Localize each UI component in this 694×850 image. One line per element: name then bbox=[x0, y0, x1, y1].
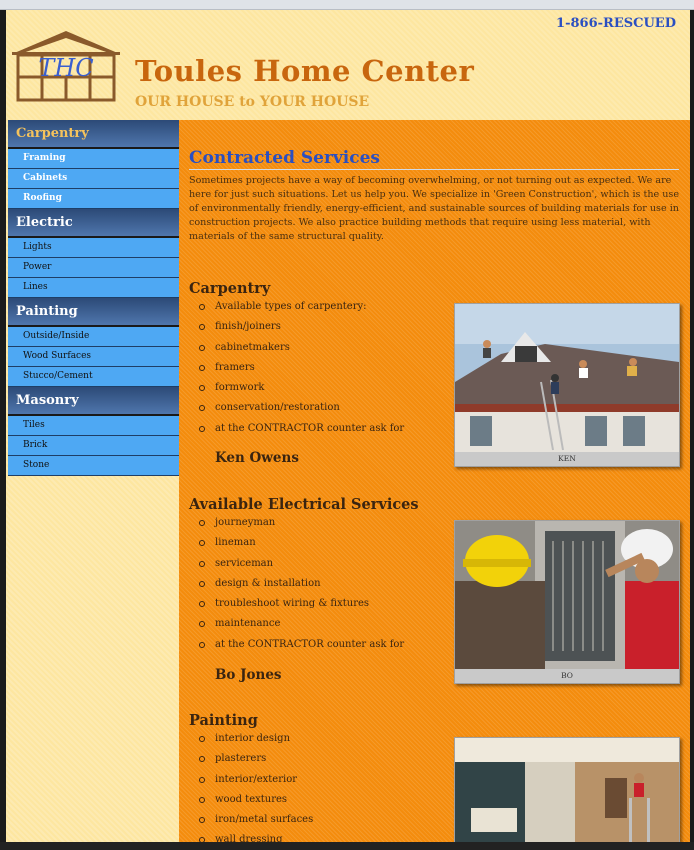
nav-item-power[interactable]: Power bbox=[8, 258, 179, 278]
electricians-photo-image bbox=[455, 521, 679, 669]
list-item: iron/metal surfaces bbox=[198, 810, 313, 830]
page: 1-866-RESCUED THC Toules Home Center OUR… bbox=[6, 10, 690, 842]
sidebar-nav: Carpentry Framing Cabinets Roofing Elect… bbox=[8, 120, 179, 842]
list-item: cabinetmakers bbox=[198, 338, 404, 358]
photo-roofers: KEN bbox=[454, 303, 680, 467]
nav-item-outside-inside[interactable]: Outside/Inside bbox=[8, 327, 179, 347]
list-item: at the CONTRACTOR counter ask for bbox=[198, 419, 404, 439]
list-item: maintenance bbox=[198, 614, 404, 634]
photo-caption-ken: KEN bbox=[558, 454, 576, 463]
painting-photo-image bbox=[455, 738, 679, 842]
list-item: design & installation bbox=[198, 574, 404, 594]
carpentry-services-list: Available types of carpentery: finish/jo… bbox=[198, 297, 404, 439]
logo-text: THC bbox=[38, 54, 93, 82]
nav-heading-electric[interactable]: Electric bbox=[8, 209, 179, 238]
browser-bookmarks-bar bbox=[0, 0, 694, 10]
section-title-painting: Painting bbox=[189, 712, 258, 729]
thc-logo[interactable]: THC bbox=[8, 28, 124, 102]
browser-bottom-edge bbox=[0, 842, 694, 850]
photo-painter bbox=[454, 737, 680, 842]
list-item: framers bbox=[198, 358, 404, 378]
nav-item-lines[interactable]: Lines bbox=[8, 278, 179, 298]
contracted-services-title: Contracted Services bbox=[189, 148, 679, 170]
house-logo-icon: THC bbox=[12, 31, 120, 102]
list-item: interior design bbox=[198, 729, 313, 749]
nav-heading-painting[interactable]: Painting bbox=[8, 298, 179, 327]
nav-group-masonry: Masonry Tiles Brick Stone bbox=[8, 387, 179, 476]
photo-caption-bo: BO bbox=[561, 671, 573, 680]
list-item: wall dressing bbox=[198, 830, 313, 842]
nav-item-wood-surfaces[interactable]: Wood Surfaces bbox=[8, 347, 179, 367]
list-item: conservation/restoration bbox=[198, 398, 404, 418]
roofing-photo-image bbox=[455, 304, 679, 452]
nav-item-cabinets[interactable]: Cabinets bbox=[8, 169, 179, 189]
list-item: plasterers bbox=[198, 749, 313, 769]
list-item: at the CONTRACTOR counter ask for bbox=[198, 635, 404, 655]
section-title-electrical: Available Electrical Services bbox=[189, 496, 419, 513]
nav-item-tiles[interactable]: Tiles bbox=[8, 416, 179, 436]
nav-group-electric: Electric Lights Power Lines bbox=[8, 209, 179, 298]
nav-group-painting: Painting Outside/Inside Wood Surfaces St… bbox=[8, 298, 179, 387]
nav-heading-masonry[interactable]: Masonry bbox=[8, 387, 179, 416]
site-title: Toules Home Center bbox=[135, 54, 475, 88]
list-item: finish/joiners bbox=[198, 317, 404, 337]
nav-item-stone[interactable]: Stone bbox=[8, 456, 179, 476]
list-item: interior/exterior bbox=[198, 770, 313, 790]
nav-item-framing[interactable]: Framing bbox=[8, 149, 179, 169]
list-item: journeyman bbox=[198, 513, 404, 533]
nav-group-carpentry: Carpentry Framing Cabinets Roofing bbox=[8, 120, 179, 209]
list-item: Available types of carpentery: bbox=[198, 297, 404, 317]
nav-item-brick[interactable]: Brick bbox=[8, 436, 179, 456]
phone-number[interactable]: 1-866-RESCUED bbox=[556, 16, 676, 31]
nav-heading-carpentry[interactable]: Carpentry bbox=[8, 120, 179, 149]
section-title-carpentry: Carpentry bbox=[189, 280, 271, 297]
contact-bo-jones: Bo Jones bbox=[215, 667, 282, 683]
photo-electricians: BO bbox=[454, 520, 680, 684]
painting-services-list: interior design plasterers interior/exte… bbox=[198, 729, 313, 842]
list-item: formwork bbox=[198, 378, 404, 398]
electrical-services-list: journeyman lineman serviceman design & i… bbox=[198, 513, 404, 655]
list-item: serviceman bbox=[198, 554, 404, 574]
list-item: lineman bbox=[198, 533, 404, 553]
nav-item-roofing[interactable]: Roofing bbox=[8, 189, 179, 209]
nav-item-lights[interactable]: Lights bbox=[8, 238, 179, 258]
contact-ken-owens: Ken Owens bbox=[215, 450, 299, 466]
nav-item-stucco-cement[interactable]: Stucco/Cement bbox=[8, 367, 179, 387]
site-tagline: OUR HOUSE to YOUR HOUSE bbox=[135, 94, 370, 110]
intro-paragraph: Sometimes projects have a way of becomin… bbox=[189, 175, 680, 242]
list-item: troubleshoot wiring & fixtures bbox=[198, 594, 404, 614]
list-item: wood textures bbox=[198, 790, 313, 810]
main-content: Contracted Services Sometimes projects h… bbox=[179, 120, 690, 842]
